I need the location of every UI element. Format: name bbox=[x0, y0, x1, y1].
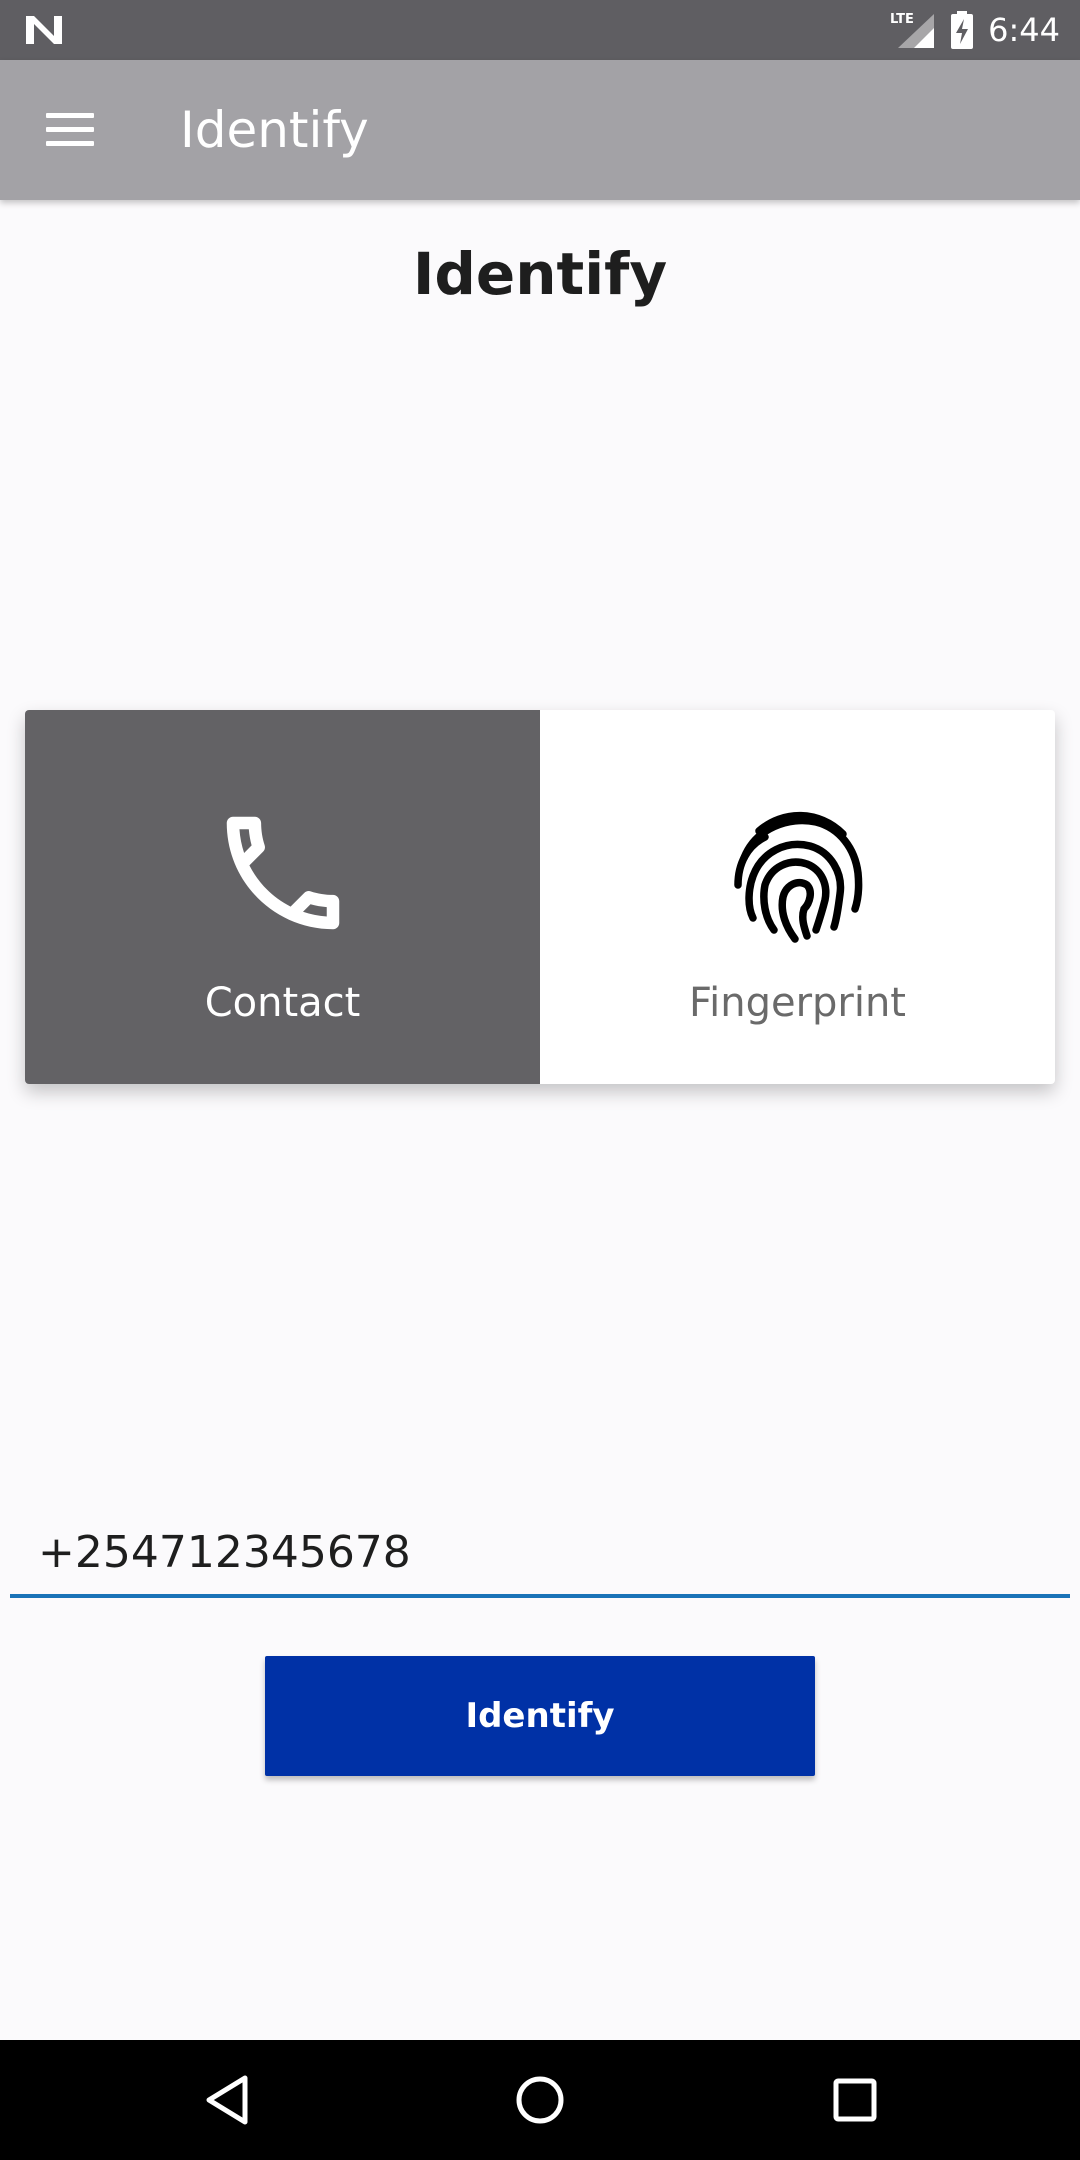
app-bar: Identify bbox=[0, 60, 1080, 200]
page-title: Identify bbox=[412, 240, 668, 308]
status-bar: LTE 6:44 bbox=[0, 0, 1080, 60]
hamburger-menu-icon[interactable] bbox=[46, 111, 94, 149]
status-time: 6:44 bbox=[988, 11, 1060, 49]
contact-option[interactable]: Contact bbox=[25, 710, 540, 1084]
back-icon bbox=[206, 2075, 248, 2125]
home-icon bbox=[516, 2076, 564, 2124]
phone-icon bbox=[226, 816, 339, 930]
fingerprint-icon bbox=[733, 811, 862, 943]
battery-charging-icon bbox=[951, 11, 974, 49]
lte-signal-icon: LTE bbox=[890, 12, 935, 48]
home-button[interactable] bbox=[470, 2040, 610, 2160]
identify-method-selector: Contact Fingerprint bbox=[25, 710, 1055, 1084]
system-nav-bar bbox=[0, 2040, 1080, 2160]
recents-icon bbox=[833, 2078, 877, 2122]
fingerprint-option-label: Fingerprint bbox=[689, 980, 906, 1026]
contact-option-label: Contact bbox=[204, 980, 361, 1026]
n-notification-icon bbox=[26, 16, 62, 44]
fingerprint-option[interactable]: Fingerprint bbox=[540, 710, 1055, 1084]
back-button[interactable] bbox=[157, 2040, 297, 2160]
phone-number-input[interactable] bbox=[10, 1510, 1070, 1598]
identify-button[interactable]: Identify bbox=[265, 1656, 815, 1776]
recents-button[interactable] bbox=[785, 2040, 925, 2160]
app-bar-title: Identify bbox=[180, 101, 369, 159]
lte-label: LTE bbox=[890, 12, 914, 27]
status-icons: LTE 6:44 bbox=[890, 0, 1060, 60]
